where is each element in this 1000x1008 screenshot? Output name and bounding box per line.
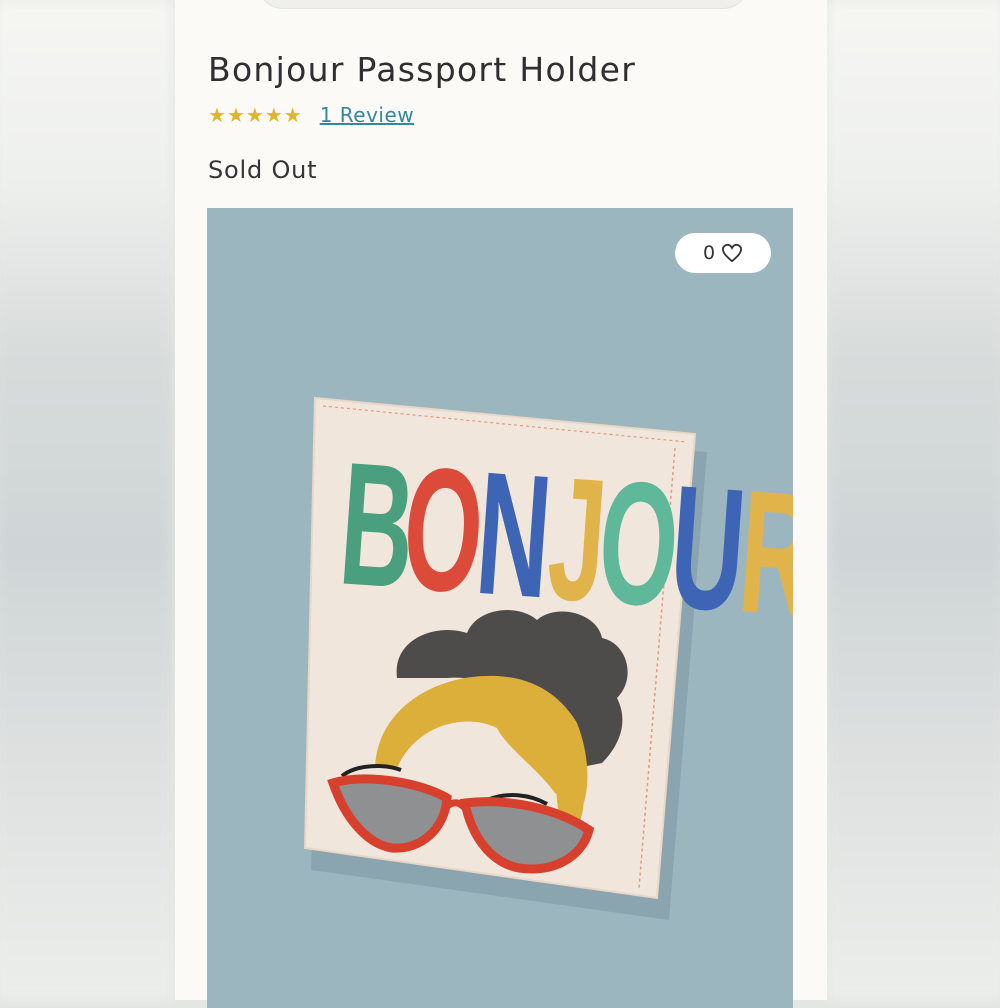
star-icon: ★	[208, 103, 226, 127]
rating-row: ★ ★ ★ ★ ★ 1 Review	[208, 102, 414, 128]
passport-illustration: B O N J O U R !	[303, 396, 793, 920]
stock-status: Sold Out	[208, 156, 318, 184]
star-rating: ★ ★ ★ ★ ★	[208, 105, 302, 125]
star-icon: ★	[264, 103, 283, 127]
search-bar[interactable]	[257, 0, 749, 9]
star-icon: ★	[283, 103, 302, 127]
like-count: 0	[702, 242, 716, 264]
reviews-link[interactable]: 1 Review	[320, 103, 414, 127]
background-blur-right	[826, 0, 1000, 1000]
star-icon: ★	[226, 103, 245, 127]
product-title: Bonjour Passport Holder	[208, 50, 637, 89]
like-button[interactable]: 0	[675, 233, 771, 273]
star-icon: ★	[245, 103, 264, 127]
heart-icon	[722, 243, 743, 263]
product-image[interactable]: B O N J O U R !	[207, 208, 793, 1008]
product-panel: Bonjour Passport Holder ★ ★ ★ ★ ★ 1 Revi…	[175, 0, 827, 1008]
background-blur-left	[0, 0, 174, 1000]
